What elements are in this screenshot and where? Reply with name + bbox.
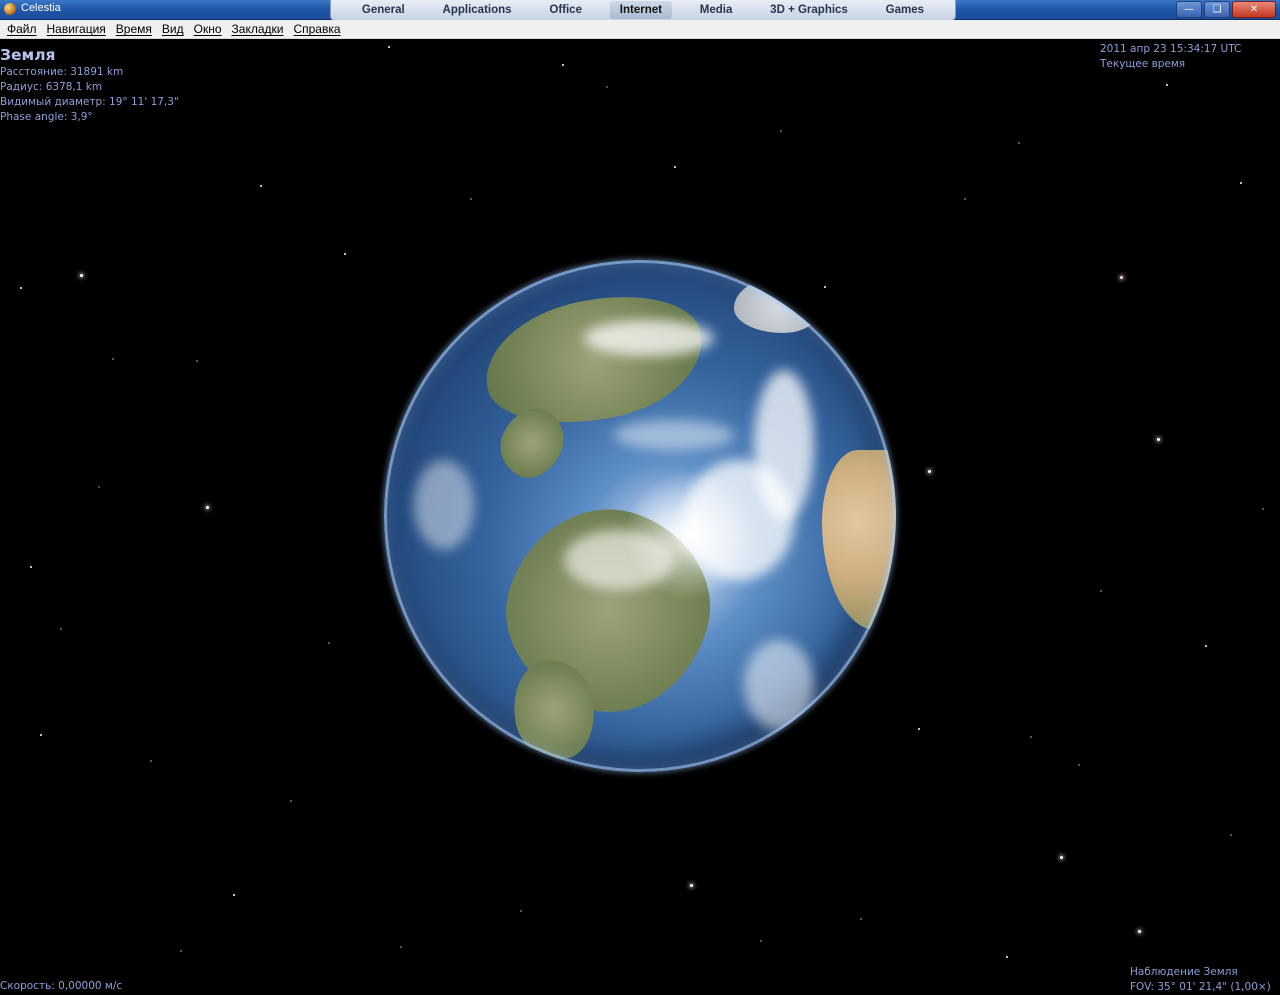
star [1166,84,1168,86]
distance-readout: Расстояние: 31891 km [0,66,124,78]
star [80,274,83,277]
speed-panel: Скорость: 0,00000 м/с [0,979,122,994]
observation-target: Наблюдение Земля [1130,966,1238,978]
launcher-tab-3d-graphics[interactable]: 3D + Graphics [760,1,858,19]
star [60,628,62,630]
star [233,894,235,896]
atmosphere-rim [384,260,896,772]
radius-readout: Радиус: 6378,1 km [0,81,103,93]
phase-angle-readout: Phase angle: 3,9° [0,111,93,123]
star [1018,142,1020,144]
star [112,358,114,360]
star [760,940,762,942]
star [860,918,862,920]
star [1230,834,1232,836]
star [30,566,32,568]
star [400,946,402,948]
menu-bookmarks[interactable]: Закладки [227,22,289,36]
star [918,728,920,730]
fov-readout: FOV: 35° 01' 21,4" (1,00×) [1130,981,1271,993]
star [780,130,782,132]
menu-window[interactable]: Окно [189,22,227,36]
star [206,506,209,509]
object-name: Земля [0,46,56,64]
star [470,198,472,200]
star [928,470,931,473]
star [1240,182,1242,184]
star [1205,645,1207,647]
minimize-button[interactable]: — [1176,1,1202,18]
star [1006,956,1008,958]
apparent-diameter-readout: Видимый диаметр: 19° 11' 17,3" [0,96,179,108]
menu-file[interactable]: Файл [2,22,42,36]
maximize-button[interactable]: ❏ [1204,1,1230,18]
star [674,166,676,168]
window-title: Celestia [21,2,61,14]
menu-time[interactable]: Время [111,22,157,36]
star [1120,276,1123,279]
star [388,46,390,48]
star [260,185,262,187]
time-mode: Текущее время [1100,58,1186,70]
star [1078,764,1080,766]
close-button[interactable]: ✕ [1232,1,1276,18]
launcher-tab-office[interactable]: Office [539,1,592,19]
current-datetime: 2011 апр 23 15:34:17 UTC [1100,43,1242,55]
star [690,884,693,887]
object-info-panel: Земля Расстояние: 31891 km Радиус: 6378,… [0,45,179,125]
close-icon: ✕ [1249,3,1259,15]
star [824,286,826,288]
launcher-tab-internet[interactable]: Internet [609,1,672,19]
star [520,910,522,912]
launcher-tab-games[interactable]: Games [876,1,934,19]
maximize-icon: ❏ [1212,3,1222,15]
menu-view[interactable]: Вид [157,22,189,36]
launcher-tab-media[interactable]: Media [690,1,743,19]
launcher-tab-general[interactable]: General [352,1,415,19]
star [20,287,22,289]
launcher-tab-applications[interactable]: Applications [433,1,522,19]
star [1030,736,1032,738]
title-bar: Celestia General Applications Office Int… [0,0,1280,21]
space-viewport[interactable]: Земля Расстояние: 31891 km Радиус: 6378,… [0,40,1280,994]
star [964,198,966,200]
star [328,642,330,644]
star [1157,438,1160,441]
star [150,760,152,762]
star [562,64,564,66]
minimize-icon: — [1184,3,1194,15]
star [290,800,292,802]
star [40,734,42,736]
star [180,950,182,952]
launcher-bar: General Applications Office Internet Med… [330,0,956,21]
star [196,360,198,362]
star [1138,930,1141,933]
time-panel: 2011 апр 23 15:34:17 UTC Текущее время [1100,42,1241,72]
celestia-app-icon [4,3,16,15]
menu-help[interactable]: Справка [288,22,345,36]
star [344,253,346,255]
star [1262,508,1264,510]
star [98,486,100,488]
menu-navigation[interactable]: Навигация [42,22,111,36]
earth-globe[interactable] [384,260,896,772]
star [1100,590,1102,592]
speed-readout: Скорость: 0,00000 м/с [0,980,123,992]
star [606,86,608,88]
observation-panel: Наблюдение Земля FOV: 35° 01' 21,4" (1,0… [1130,965,1271,995]
menu-bar: Файл Навигация Время Вид Окно Закладки С… [0,20,1280,39]
window-controls: — ❏ ✕ [1176,1,1276,18]
star [1060,856,1063,859]
